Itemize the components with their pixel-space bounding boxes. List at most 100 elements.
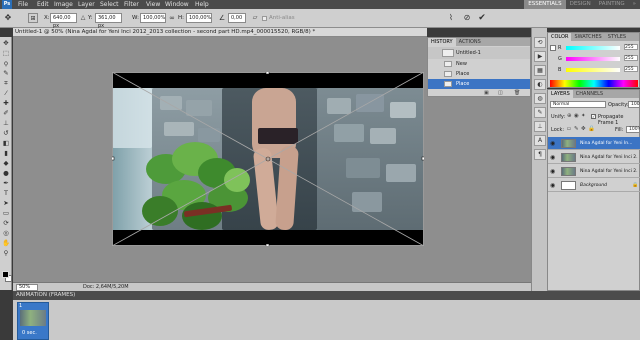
tab-history[interactable]: HISTORY [428,38,456,46]
brush-panel-icon[interactable]: ✎ [534,107,546,118]
actions-panel-icon[interactable]: ▶ [534,51,546,62]
menu-layer[interactable]: Layer [78,0,95,9]
tab-layers[interactable]: LAYERS [548,90,573,98]
unify-position-icon[interactable]: ⊕ [567,113,572,119]
workspace-more[interactable]: » [629,0,640,9]
blue-value-field[interactable]: 255 [624,66,638,72]
history-brush-tool-icon[interactable]: ↺ [1,129,11,137]
visibility-eye-icon[interactable]: ◉ [550,140,558,147]
type-tool-icon[interactable]: T [1,189,11,197]
history-state[interactable]: New [428,59,530,69]
swatches-panel-icon[interactable]: ▦ [534,65,546,76]
3d-orbit-tool-icon[interactable]: ◎ [1,229,11,237]
clone-stamp-tool-icon[interactable]: ⊥ [1,119,11,127]
shape-tool-icon[interactable]: ▭ [1,209,11,217]
menu-help[interactable]: Help [195,0,209,9]
propagate-frame-checkbox[interactable]: ✓ [591,114,596,119]
color-spectrum-bar[interactable] [550,80,638,87]
3d-rotate-tool-icon[interactable]: ⟳ [1,219,11,227]
lock-position-icon[interactable]: ✥ [581,126,586,132]
unify-visibility-icon[interactable]: ◉ [574,113,579,119]
red-value-field[interactable]: 255 [624,44,638,50]
layer-row[interactable]: ◉ Background 🔒 [548,179,640,192]
relative-position-icon[interactable]: △ [78,13,88,23]
character-panel-icon[interactable]: A [534,135,546,146]
masks-panel-icon[interactable]: ◍ [534,93,546,104]
gradient-tool-icon[interactable]: ▮ [1,149,11,157]
visibility-eye-icon[interactable]: ◉ [550,168,558,175]
tab-channels[interactable]: CHANNELS [573,90,606,98]
history-state-selected[interactable]: Place [428,79,530,89]
opacity-field[interactable]: 100% [628,101,640,108]
document-tab[interactable]: Untitled-1 @ 50% (Nina Agdal for Yeni In… [13,28,427,37]
marquee-tool-icon[interactable]: ⬚ [1,49,11,57]
menu-edit[interactable]: Edit [37,0,49,9]
menu-window[interactable]: Window [165,0,189,9]
tab-actions[interactable]: ACTIONS [456,38,484,46]
zoom-level-field[interactable]: 50% [16,284,38,291]
angle-field[interactable]: 0,00 [228,13,246,23]
warp-icon[interactable]: ⌇ [446,13,456,23]
tab-color[interactable]: COLOR [548,33,572,41]
crop-tool-icon[interactable]: ⌗ [1,79,11,87]
new-document-from-state-icon[interactable]: ▣ [484,90,489,96]
dodge-tool-icon[interactable]: ● [1,169,11,177]
reference-point-icon[interactable]: ⊞ [28,13,38,23]
width-field[interactable]: 100,00% [140,13,166,23]
frame-duration[interactable]: 0 sec. [22,330,37,336]
adjustments-panel-icon[interactable]: ◐ [534,79,546,90]
workspace-painting[interactable]: PAINTING [595,0,629,9]
visibility-eye-icon[interactable]: ◉ [550,154,558,161]
color-swatch[interactable] [550,45,556,51]
menu-image[interactable]: Image [54,0,73,9]
lasso-tool-icon[interactable]: ϙ [1,59,11,67]
path-select-tool-icon[interactable]: ➤ [1,199,11,207]
history-state[interactable]: Place [428,69,530,79]
delete-state-icon[interactable]: 🗑 [514,90,520,96]
red-slider[interactable] [566,46,620,50]
eraser-tool-icon[interactable]: ◧ [1,139,11,147]
workspace-essentials[interactable]: ESSENTIALS [524,0,566,9]
menu-file[interactable]: File [18,0,28,9]
blue-slider[interactable] [566,68,620,72]
commit-transform-icon[interactable]: ✔ [477,13,487,23]
antialias-checkbox[interactable] [262,16,267,21]
layer-row[interactable]: ◉ Nina Agdal for Yeni In... [548,137,640,150]
menu-filter[interactable]: Filter [124,0,139,9]
menu-select[interactable]: Select [100,0,119,9]
animation-frame[interactable]: 1 0 sec. [17,302,49,340]
height-field[interactable]: 100,00% [186,13,212,23]
history-panel-icon[interactable]: ⟲ [534,37,546,48]
hand-tool-icon[interactable]: ✋ [1,239,11,247]
clone-source-panel-icon[interactable]: ⊥ [534,121,546,132]
quick-select-tool-icon[interactable]: ✎ [1,69,11,77]
animation-panel-title[interactable]: ANIMATION (FRAMES) [16,291,75,300]
document-canvas[interactable] [112,72,424,246]
brush-tool-icon[interactable]: ✐ [1,109,11,117]
visibility-eye-icon[interactable]: ◉ [550,182,558,189]
workspace-design[interactable]: DESIGN [566,0,595,9]
blend-mode-select[interactable]: Normal [550,101,606,108]
foreground-color-swatch[interactable] [2,271,9,278]
fill-field[interactable]: 100% [626,126,640,133]
blur-tool-icon[interactable]: ◆ [1,159,11,167]
lock-image-icon[interactable]: ✎ [574,126,579,132]
paragraph-panel-icon[interactable]: ¶ [534,149,546,160]
green-slider[interactable] [566,57,620,61]
link-icon[interactable]: ∞ [167,13,177,23]
tab-styles[interactable]: STYLES [605,33,629,41]
menu-view[interactable]: View [146,0,160,9]
green-value-field[interactable]: 255 [624,55,638,61]
pen-tool-icon[interactable]: ✒ [1,179,11,187]
eyedropper-tool-icon[interactable]: ⁄ [1,89,11,97]
zoom-tool-icon[interactable]: ⚲ [1,249,11,257]
x-position-field[interactable]: 640,00 px [50,13,77,29]
transform-bounding-box[interactable] [112,72,424,246]
cancel-transform-icon[interactable]: ⊘ [462,13,472,23]
lock-all-icon[interactable]: 🔒 [588,126,595,132]
lock-transparent-icon[interactable]: ▫ [567,126,571,132]
tab-swatches[interactable]: SWATCHES [571,33,604,41]
layer-row[interactable]: ◉ Nina Agdal for Yeni Inci 2... [548,165,640,178]
move-tool-icon[interactable]: ✥ [1,39,11,47]
history-snapshot[interactable]: Untitled-1 [428,47,530,59]
